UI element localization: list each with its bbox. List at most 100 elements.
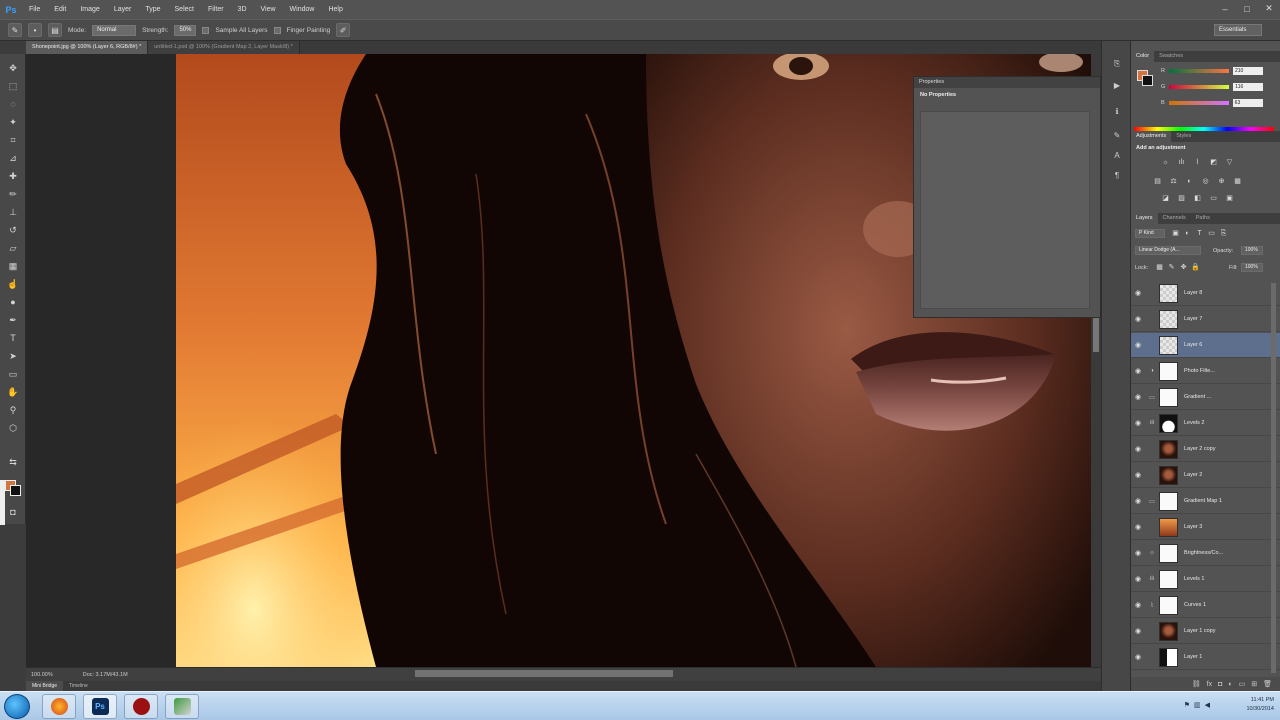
pressure-icon[interactable]: ✐ [336, 23, 351, 37]
maximize-button[interactable]: □ [1236, 0, 1258, 17]
layer-name[interactable]: Layer 2 copy [1180, 446, 1216, 452]
info-icon[interactable]: ℹ [1111, 107, 1123, 118]
smudge-tool-icon[interactable]: ✎ [8, 23, 22, 37]
layer-name[interactable]: Levels 1 [1180, 576, 1205, 582]
menu-view[interactable]: View [254, 0, 283, 19]
zoom-tool-icon[interactable]: ⚲ [7, 404, 19, 416]
shape-tool-icon[interactable]: ▭ [7, 368, 19, 380]
layer-filter-select[interactable]: P Kind [1135, 229, 1165, 238]
layer-row[interactable]: ◉ Layer 8 [1131, 281, 1280, 306]
mode-select[interactable]: Normal [92, 24, 137, 36]
filter-adjustment-icon[interactable]: ◐ [1183, 230, 1192, 238]
layer-thumbnail[interactable] [1159, 361, 1178, 381]
close-button[interactable]: ✕ [1258, 0, 1280, 17]
visibility-eye-icon[interactable]: ◉ [1131, 523, 1145, 531]
gradient-map-icon[interactable]: ▭ [1209, 195, 1218, 203]
add-mask-icon[interactable]: ◘ [1218, 681, 1222, 688]
posterize-icon[interactable]: ▨ [1177, 195, 1186, 203]
network-icon[interactable]: ▥ [1194, 701, 1201, 709]
layer-row[interactable]: ◉ ılı Levels 1 [1131, 567, 1280, 592]
gradient-tool-icon[interactable]: ▦ [7, 260, 19, 272]
red-slider[interactable] [1168, 69, 1229, 73]
menu-image[interactable]: Image [73, 0, 106, 19]
taskbar-acrobat[interactable] [124, 694, 158, 719]
brush-panel-icon[interactable]: ▤ [48, 23, 62, 37]
layer-name[interactable]: Curves 1 [1180, 602, 1206, 608]
curves-icon[interactable]: ⌇ [1193, 159, 1202, 167]
history-brush-tool-icon[interactable]: ↺ [7, 224, 19, 236]
delete-layer-icon[interactable]: 🗑 [1263, 680, 1272, 688]
black-white-icon[interactable]: ◐ [1185, 178, 1194, 186]
flag-icon[interactable]: ⚑ [1184, 701, 1190, 709]
layer-row[interactable]: ◉ ▭ Gradient Map 1 [1131, 489, 1280, 514]
layer-thumbnail[interactable] [1159, 595, 1178, 615]
filter-pixel-icon[interactable]: ▣ [1171, 230, 1180, 238]
tab-timeline[interactable]: Timeline [63, 681, 94, 691]
layers-scrollbar[interactable] [1271, 283, 1276, 673]
clone-stamp-tool-icon[interactable]: ⊥ [7, 206, 19, 218]
layer-name[interactable]: Photo Filte... [1180, 368, 1215, 374]
minimize-button[interactable]: – [1214, 0, 1236, 17]
type-tool-icon[interactable]: T [7, 332, 19, 344]
filter-shape-icon[interactable]: ▭ [1207, 230, 1216, 238]
properties-panel-title[interactable]: Properties [914, 77, 1100, 88]
layer-thumbnail[interactable] [1159, 647, 1178, 667]
menu-file[interactable]: File [22, 0, 47, 19]
layer-row[interactable]: ◉ Layer 2 copy [1131, 437, 1280, 462]
tab-channels[interactable]: Channels [1158, 213, 1191, 224]
threshold-icon[interactable]: ◧ [1193, 195, 1202, 203]
strength-input[interactable]: 50% [174, 24, 197, 36]
pen-tool-icon[interactable]: ✒ [7, 314, 19, 326]
menu-window[interactable]: Window [283, 0, 322, 19]
tab-layers[interactable]: Layers [1131, 213, 1158, 224]
menu-help[interactable]: Help [321, 0, 349, 19]
layer-row[interactable]: ◉ ☼ Brightness/Co... [1131, 541, 1280, 566]
layer-style-icon[interactable]: fx [1207, 681, 1212, 688]
finger-painting-checkbox[interactable] [273, 26, 281, 34]
color-bg-swatch[interactable] [1142, 75, 1153, 86]
visibility-eye-icon[interactable]: ◉ [1131, 549, 1145, 557]
levels-icon[interactable]: ılı [1177, 159, 1186, 167]
visibility-eye-icon[interactable]: ◉ [1131, 341, 1145, 349]
link-layers-icon[interactable]: ⛓ [1192, 680, 1201, 688]
taskbar-photoshop[interactable]: Ps [83, 694, 117, 719]
layer-name[interactable]: Gradient ... [1180, 394, 1211, 400]
blue-value[interactable]: 63 [1232, 99, 1263, 107]
hue-saturation-icon[interactable]: ▤ [1153, 178, 1162, 186]
quick-mask-icon[interactable]: ◘ [7, 506, 19, 518]
lock-transparent-icon[interactable]: ▦ [1155, 264, 1164, 272]
filter-type-icon[interactable]: T [1195, 230, 1204, 238]
visibility-eye-icon[interactable]: ◉ [1131, 393, 1145, 401]
menu-select[interactable]: Select [168, 0, 201, 19]
layer-row[interactable]: ◉ ◑ Photo Filte... [1131, 359, 1280, 384]
visibility-eye-icon[interactable]: ◉ [1131, 419, 1145, 427]
exposure-icon[interactable]: ◩ [1209, 159, 1218, 167]
new-layer-icon[interactable]: ⊞ [1251, 680, 1257, 688]
brush-tool-icon[interactable]: ✏ [7, 188, 19, 200]
blend-mode-select[interactable]: Linear Dodge (A... [1135, 246, 1201, 255]
layer-thumbnail[interactable] [1159, 543, 1178, 563]
brightness-icon[interactable]: ☼ [1161, 159, 1170, 167]
history-icon[interactable]: ⎘ [1111, 59, 1123, 70]
layer-name[interactable]: Layer 2 [1180, 472, 1202, 478]
layer-thumbnail[interactable] [1159, 309, 1178, 329]
3d-tool-icon[interactable]: ⬡ [7, 422, 19, 434]
layer-thumbnail[interactable] [1159, 569, 1178, 589]
layer-thumbnail[interactable] [1159, 621, 1178, 641]
visibility-eye-icon[interactable]: ◉ [1131, 653, 1145, 661]
filter-smart-icon[interactable]: ⎘ [1219, 230, 1228, 238]
color-lookup-icon[interactable]: ▦ [1233, 178, 1242, 186]
visibility-eye-icon[interactable]: ◉ [1131, 627, 1145, 635]
visibility-eye-icon[interactable]: ◉ [1131, 367, 1145, 375]
red-value[interactable]: 210 [1232, 67, 1263, 75]
lock-position-icon[interactable]: ✥ [1179, 264, 1188, 272]
layer-thumbnail[interactable] [1159, 517, 1178, 537]
layer-name[interactable]: Layer 7 [1180, 316, 1202, 322]
tab-adjustments[interactable]: Adjustments [1131, 131, 1172, 142]
menu-filter[interactable]: Filter [201, 0, 231, 19]
opacity-input[interactable]: 100% [1241, 246, 1263, 255]
layer-name[interactable]: Layer 3 [1180, 524, 1202, 530]
clock[interactable]: 11:41 PM 10/30/2014 [1246, 696, 1274, 714]
eraser-tool-icon[interactable]: ▱ [7, 242, 19, 254]
layer-row[interactable]: ◉ ılı Levels 2 [1131, 411, 1280, 436]
